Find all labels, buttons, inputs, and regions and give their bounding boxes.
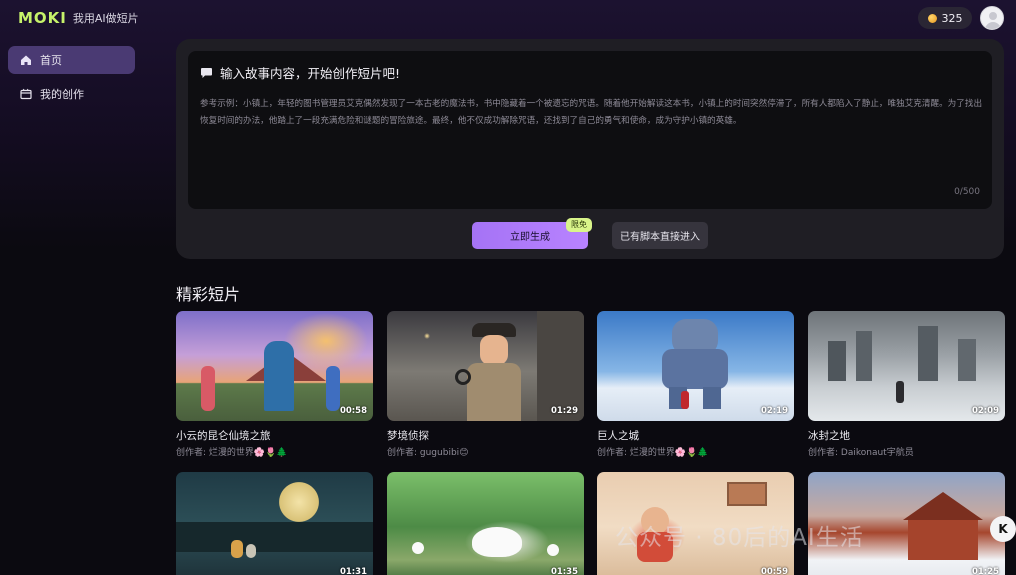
video-title: 巨人之城 (597, 430, 639, 442)
bird-shape (412, 542, 424, 554)
story-input[interactable]: 输入故事内容，开始创作短片吧! 参考示例：小镇上，年轻的图书管理员艾克偶然发现了… (188, 51, 992, 209)
video-thumbnail[interactable]: 00:59 (597, 472, 794, 575)
video-duration: 01:25 (971, 567, 999, 575)
figure-shape (264, 341, 294, 411)
video-card[interactable]: 02:19 巨人之城 创作者: 烂漫的世界🌸🌷🌲 (597, 311, 794, 458)
home-icon (21, 55, 31, 65)
video-duration: 00:59 (760, 567, 788, 575)
roof-shape (903, 492, 983, 520)
video-thumbnail[interactable]: 02:19 (597, 311, 794, 421)
video-title: 小云的昆仑仙境之旅 (176, 430, 271, 442)
video-title: 冰封之地 (808, 430, 850, 442)
logo-mark: MOKI (18, 9, 67, 27)
magnifier-shape (455, 369, 471, 385)
video-thumbnail[interactable]: 01:29 (387, 311, 584, 421)
video-card[interactable]: 00:59 (597, 472, 794, 575)
figure-shape (681, 391, 689, 409)
coin-balance[interactable]: 325 (918, 7, 972, 29)
gallery-title: 精彩短片 (176, 285, 241, 304)
robot-leg-shape (703, 387, 721, 409)
free-badge: 限免 (566, 218, 592, 232)
video-author: 创作者: 烂漫的世界🌸🌷🌲 (176, 448, 288, 458)
video-thumbnail[interactable]: 02:09 (808, 311, 1005, 421)
video-thumbnail[interactable]: 00:58 (176, 311, 373, 421)
char-counter: 0/500 (954, 187, 980, 197)
coin-count: 325 (941, 11, 963, 25)
bird-shape (547, 544, 559, 556)
tower-shape (856, 331, 872, 381)
video-card[interactable]: 01:25 (808, 472, 1005, 575)
animal-shape (231, 540, 243, 558)
film-box-icon (20, 88, 32, 100)
face-shape (480, 335, 508, 365)
video-card[interactable]: 01:31 (176, 472, 373, 575)
video-author: 创作者: Daikonaut宇航员 (808, 448, 914, 458)
child-face-shape (641, 507, 669, 535)
coat-shape (467, 363, 521, 421)
swan-shape (472, 527, 522, 557)
video-duration: 01:31 (339, 567, 367, 575)
video-card[interactable]: 02:09 冰封之地 创作者: Daikonaut宇航员 (808, 311, 1005, 458)
video-thumbnail[interactable]: 01:31 (176, 472, 373, 575)
sidebar: 首页 我的创作 (8, 46, 135, 114)
video-duration: 01:35 (550, 567, 578, 575)
user-avatar[interactable] (980, 6, 1004, 30)
sidebar-item-home[interactable]: 首页 (8, 46, 135, 74)
video-author: 创作者: gugubibi😊 (387, 448, 469, 458)
story-composer: 输入故事内容，开始创作短片吧! 参考示例：小镇上，年轻的图书管理员艾克偶然发现了… (176, 39, 1004, 259)
composer-heading: 输入故事内容，开始创作短片吧! (200, 63, 980, 82)
animal-shape (246, 544, 256, 558)
tower-shape (828, 341, 846, 381)
figure-shape (326, 366, 340, 411)
video-duration: 01:29 (550, 406, 578, 416)
logo-subtitle: 我用AI做短片 (72, 12, 139, 25)
video-card[interactable]: 01:29 梦境侦探 创作者: gugubibi😊 (387, 311, 584, 458)
chat-bubble-icon (201, 67, 212, 78)
sidebar-item-label: 我的创作 (40, 88, 84, 101)
story-placeholder: 参考示例：小镇上，年轻的图书管理员艾克偶然发现了一本古老的魔法书，书中隐藏着一个… (200, 99, 983, 126)
video-thumbnail[interactable]: 01:25 (808, 472, 1005, 575)
tower-shape (958, 339, 976, 381)
composer-heading-text: 输入故事内容，开始创作短片吧! (220, 66, 401, 81)
top-bar: MOKI 我用AI做短片 325 (0, 0, 1016, 36)
figure-shape (201, 366, 215, 411)
video-author: 创作者: 烂漫的世界🌸🌷🌲 (597, 448, 709, 458)
forest-shape (176, 522, 373, 552)
house-shape (908, 520, 978, 560)
video-thumbnail[interactable]: 01:35 (387, 472, 584, 575)
coin-icon (927, 13, 937, 23)
sidebar-item-my-creations[interactable]: 我的创作 (8, 80, 135, 108)
logo[interactable]: MOKI 我用AI做短片 (18, 9, 139, 27)
child-body-shape (637, 532, 673, 562)
video-card[interactable]: 00:58 小云的昆仑仙境之旅 创作者: 烂漫的世界🌸🌷🌲 (176, 311, 373, 458)
building-shape (537, 311, 584, 421)
video-duration: 02:09 (971, 406, 999, 416)
video-card[interactable]: 01:35 (387, 472, 584, 575)
existing-script-button[interactable]: 已有脚本直接进入 (612, 222, 708, 249)
figure-shape (896, 381, 904, 403)
tower-shape (918, 326, 938, 381)
floating-k-button[interactable]: K (990, 516, 1016, 542)
wall-frame-shape (727, 482, 767, 506)
video-title: 梦境侦探 (387, 430, 429, 442)
video-duration: 00:58 (339, 406, 367, 416)
robot-body-shape (662, 349, 728, 389)
sidebar-item-label: 首页 (40, 54, 62, 67)
video-duration: 02:19 (760, 406, 788, 416)
